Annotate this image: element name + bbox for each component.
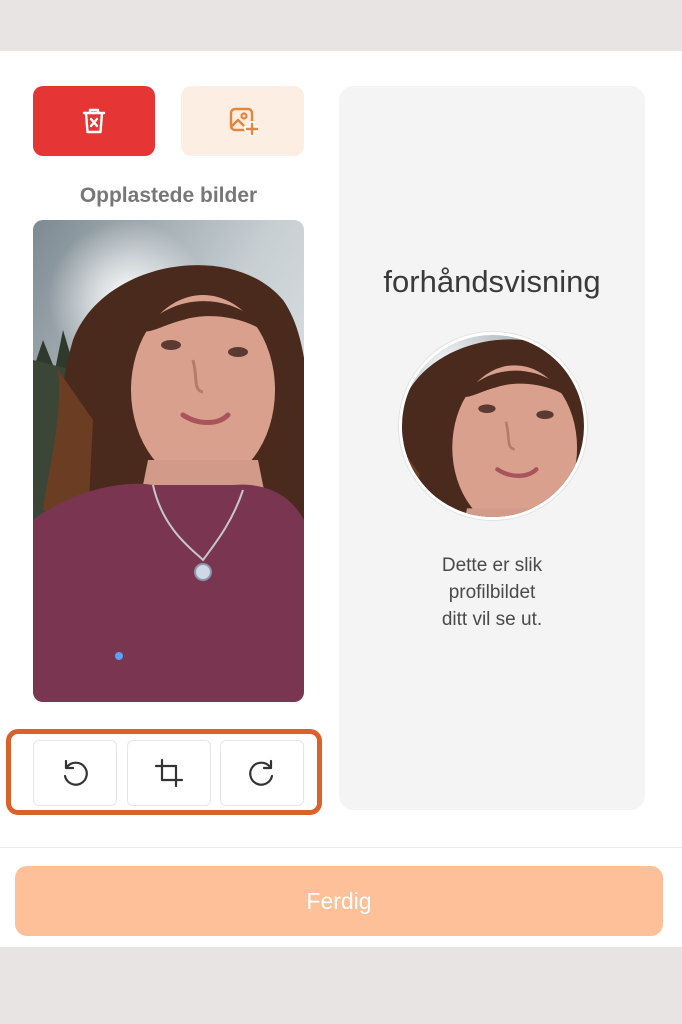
footer-divider	[0, 847, 682, 848]
preview-note-line: Dette er slik	[441, 555, 543, 576]
preview-title: forhåndsvisning	[383, 264, 601, 299]
crop-button[interactable]	[127, 740, 211, 806]
preview-note-line: profilbildet	[448, 582, 536, 603]
crop-icon	[154, 758, 184, 788]
preview-note-line: ditt vil se ut.	[441, 609, 543, 630]
preview-note: Dette er slik profilbildet ditt vil se u…	[379, 552, 605, 633]
uploaded-photo[interactable]	[33, 220, 304, 702]
rotate-right-button[interactable]	[220, 740, 304, 806]
trash-x-icon	[82, 108, 106, 134]
done-button[interactable]: Ferdig	[15, 866, 663, 936]
avatar-preview	[399, 332, 587, 520]
editor-sheet: Opplastede bilder forhåndsvisning Dette …	[0, 51, 682, 947]
delete-image-button[interactable]	[33, 86, 155, 156]
add-image-icon	[229, 107, 258, 136]
rotate-left-button[interactable]	[33, 740, 117, 806]
rotate-left-icon	[63, 759, 88, 786]
preview-panel: forhåndsvisning Dette er slik profilbild…	[339, 86, 645, 810]
add-image-button[interactable]	[181, 86, 304, 156]
rotate-right-icon	[249, 759, 274, 786]
uploaded-images-label: Opplastede bilder	[79, 184, 258, 207]
